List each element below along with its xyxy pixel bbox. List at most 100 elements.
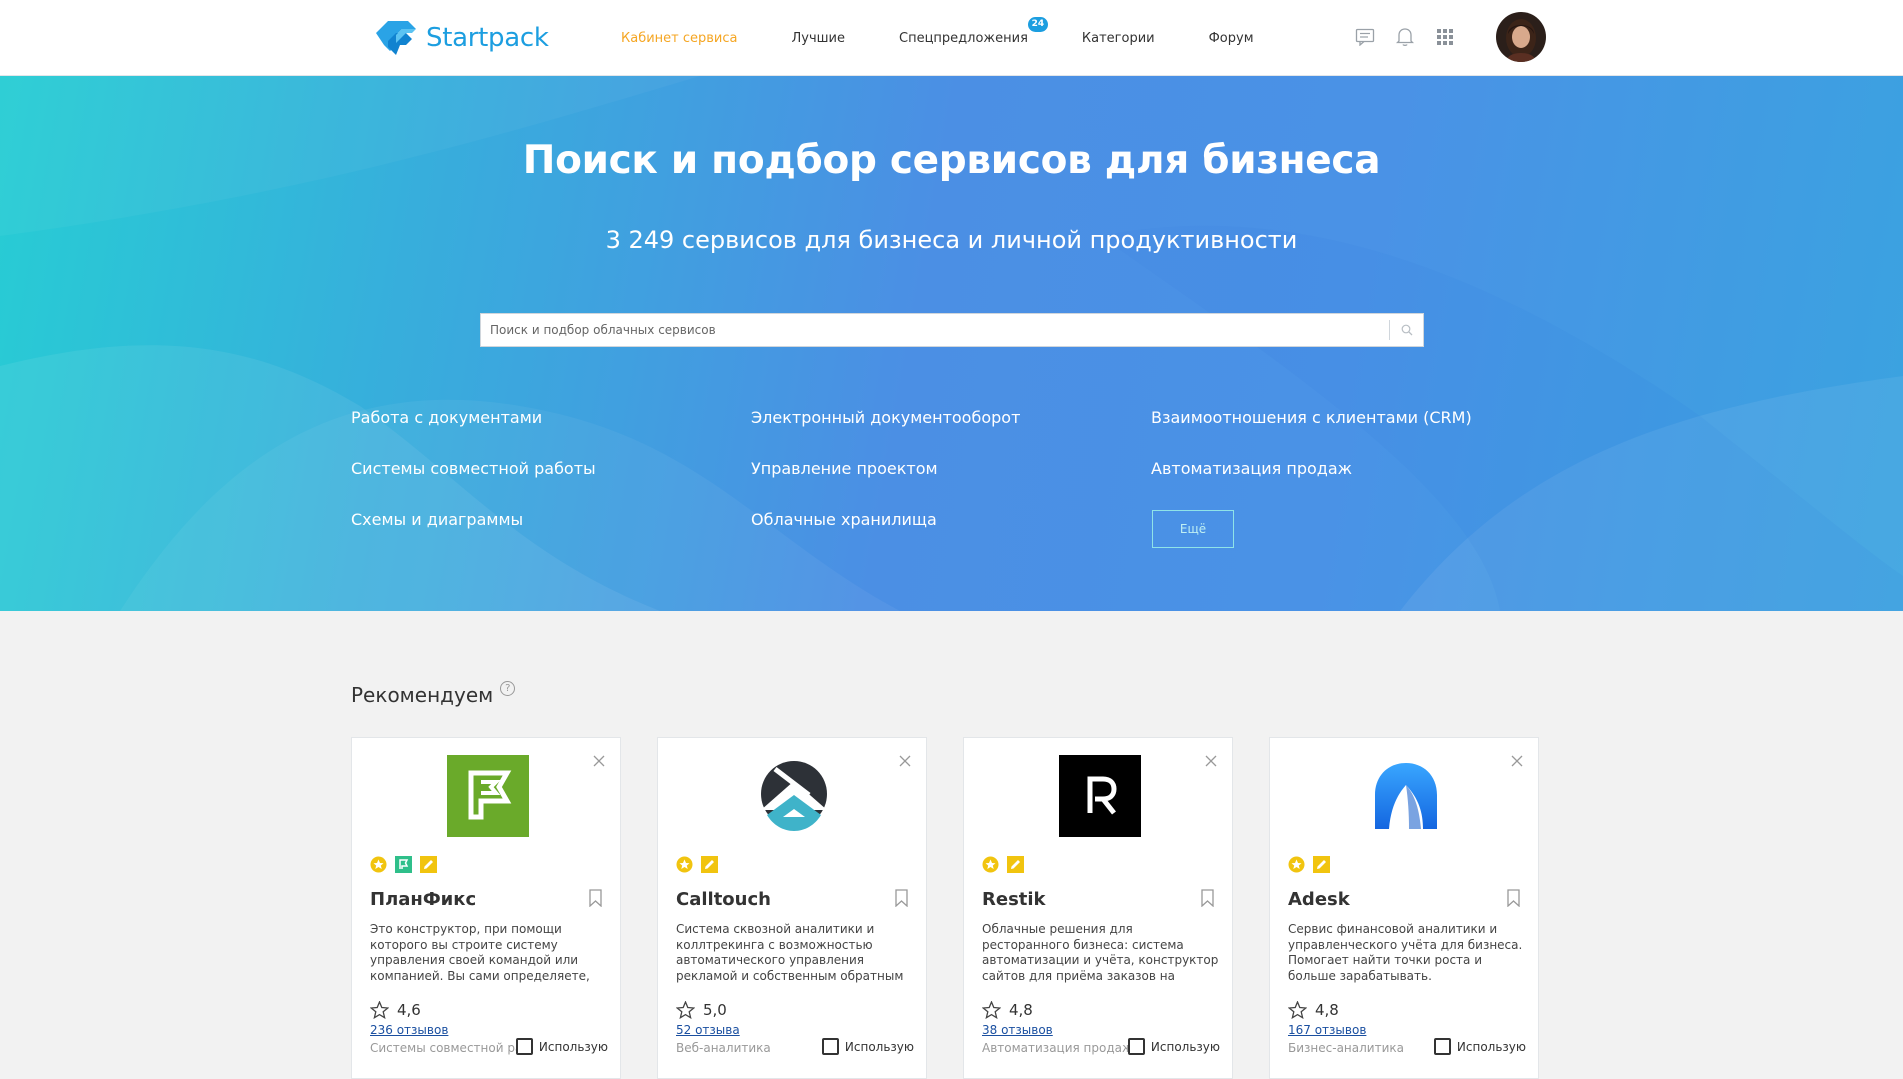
checkbox[interactable] (821, 1038, 839, 1055)
card-description: Это конструктор, при помощи которого вы … (370, 922, 590, 983)
close-icon[interactable] (898, 754, 912, 768)
star-outline-icon (1288, 1001, 1307, 1019)
use-checkbox[interactable]: Использую (1127, 1038, 1220, 1055)
checkbox[interactable] (1433, 1038, 1451, 1055)
nav-label: Форум (1208, 30, 1254, 46)
category-link-diagrams[interactable]: Схемы и диаграммы (351, 510, 523, 529)
card-category[interactable]: Веб-аналитика (676, 1041, 824, 1055)
user-avatar[interactable] (1496, 12, 1546, 62)
star-badge-icon (676, 856, 693, 873)
recommend-heading: Рекомендуем ? (351, 680, 516, 707)
reviews-link[interactable]: 52 отзыва (676, 1023, 740, 1037)
close-icon[interactable] (1510, 754, 1524, 768)
star-badge-icon (982, 856, 999, 873)
chat-icon[interactable] (1354, 26, 1376, 48)
card-rating: 4,8 (1288, 1001, 1339, 1019)
calltouch-logo (761, 761, 827, 831)
card-description: Сервис финансовой аналитики и управленче… (1288, 922, 1523, 983)
offers-count-badge: 24 (1027, 16, 1048, 32)
logo[interactable]: Startpack (372, 17, 549, 59)
reviews-link[interactable]: 236 отзывов (370, 1023, 448, 1037)
category-link-project-management[interactable]: Управление проектом (751, 459, 938, 478)
use-checkbox[interactable]: Использую (515, 1038, 608, 1055)
category-link-documents[interactable]: Работа с документами (351, 408, 542, 427)
planfix-logo (447, 755, 529, 837)
use-checkbox[interactable]: Использую (1433, 1038, 1526, 1055)
nav-categories[interactable]: Категории (1082, 31, 1155, 46)
edit-badge-icon (701, 856, 718, 873)
card-badges (982, 856, 1032, 873)
rating-value: 4,8 (1009, 1001, 1033, 1019)
help-icon[interactable]: ? (500, 680, 516, 696)
bookmark-icon[interactable] (589, 889, 602, 907)
checkbox[interactable] (1127, 1038, 1145, 1055)
card-title[interactable]: ПланФикс (370, 889, 476, 910)
card-category[interactable]: Автоматизация продаж (982, 1041, 1130, 1055)
search-bar (480, 313, 1424, 347)
card-title[interactable]: Restik (982, 889, 1046, 910)
reviews-link[interactable]: 38 отзывов (982, 1023, 1053, 1037)
more-categories-button[interactable]: Ещё (1152, 510, 1234, 548)
card-category[interactable]: Бизнес-аналитика (1288, 1041, 1436, 1055)
card-rating: 5,0 (676, 1001, 727, 1019)
card-rating: 4,6 (370, 1001, 421, 1019)
main-nav: Кабинет сервиса Лучшие Спецпредложения 24… (621, 0, 1308, 76)
star-outline-icon (370, 1001, 389, 1019)
adesk-logo (1375, 763, 1437, 829)
category-link-edo[interactable]: Электронный документооборот (751, 408, 1020, 427)
card-rating: 4,8 (982, 1001, 1033, 1019)
edit-badge-icon (420, 856, 437, 873)
category-link-cloud-storage[interactable]: Облачные хранилища (751, 510, 937, 529)
hero-title: Поиск и подбор сервисов для бизнеса (522, 138, 1381, 183)
search-input[interactable] (481, 314, 1389, 346)
close-icon[interactable] (592, 754, 606, 768)
nav-label: Спецпредложения (899, 30, 1028, 46)
card-badges (1288, 856, 1338, 873)
rating-value: 5,0 (703, 1001, 727, 1019)
apps-grid-icon[interactable] (1434, 26, 1456, 48)
bell-icon[interactable] (1394, 26, 1416, 48)
category-link-sales-automation[interactable]: Автоматизация продаж (1151, 459, 1352, 478)
edit-badge-icon (1007, 856, 1024, 873)
card-title[interactable]: Calltouch (676, 889, 771, 910)
card-description: Система сквозной аналитики и коллтрекинг… (676, 922, 904, 983)
service-card-planfix[interactable]: ПланФикс Это конструктор, при помощи кот… (351, 737, 621, 1079)
recommend-title: Рекомендуем (351, 683, 494, 707)
use-label: Использую (844, 1039, 914, 1054)
use-label: Использую (538, 1039, 608, 1054)
service-card-restik[interactable]: Restik Облачные решения для ресторанного… (963, 737, 1233, 1079)
service-card-adesk[interactable]: Adesk Сервис финансовой аналитики и упра… (1269, 737, 1539, 1079)
nav-label: Кабинет сервиса (621, 30, 738, 46)
close-icon[interactable] (1204, 754, 1218, 768)
card-badges (676, 856, 726, 873)
bookmark-icon[interactable] (895, 889, 908, 907)
reviews-link[interactable]: 167 отзывов (1288, 1023, 1366, 1037)
star-outline-icon (982, 1001, 1001, 1019)
site-header: Startpack Кабинет сервиса Лучшие Спецпре… (0, 0, 1903, 76)
use-label: Использую (1456, 1039, 1526, 1054)
star-badge-icon (1288, 856, 1305, 873)
rating-value: 4,6 (397, 1001, 421, 1019)
nav-forum[interactable]: Форум (1209, 31, 1254, 46)
bookmark-icon[interactable] (1507, 889, 1520, 907)
checkbox[interactable] (515, 1038, 533, 1055)
nav-best[interactable]: Лучшие (792, 31, 846, 46)
bookmark-icon[interactable] (1201, 889, 1214, 907)
hero-section: Поиск и подбор сервисов для бизнеса 3 24… (0, 76, 1903, 611)
use-checkbox[interactable]: Использую (821, 1038, 914, 1055)
card-description: Облачные решения для ресторанного бизнес… (982, 922, 1219, 986)
nav-special-offers[interactable]: Спецпредложения 24 (899, 16, 1048, 46)
service-card-calltouch[interactable]: Calltouch Система сквозной аналитики и к… (657, 737, 927, 1079)
category-link-crm[interactable]: Взаимоотношения с клиентами (CRM) (1151, 408, 1472, 427)
card-category[interactable]: Системы совместной работы (370, 1041, 518, 1055)
nav-label: Лучшие (791, 30, 846, 46)
search-button[interactable] (1390, 314, 1423, 346)
nav-service-cabinet[interactable]: Кабинет сервиса (621, 31, 738, 46)
category-link-collaboration[interactable]: Системы совместной работы (351, 459, 596, 478)
card-badges (370, 856, 445, 873)
search-icon (1401, 324, 1412, 336)
edit-badge-icon (1313, 856, 1330, 873)
use-label: Использую (1150, 1039, 1220, 1054)
card-title[interactable]: Adesk (1288, 889, 1350, 910)
restik-logo (1059, 755, 1141, 837)
